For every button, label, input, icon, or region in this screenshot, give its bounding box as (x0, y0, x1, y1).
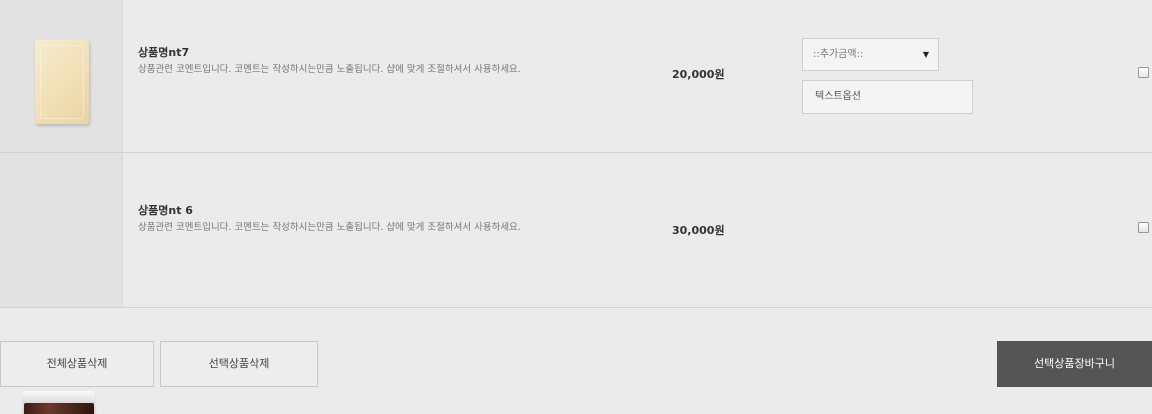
product-select-checkbox[interactable] (1138, 222, 1149, 233)
product-info: 상품명nt 6 상품관련 코멘트입니다. 코멘트는 작성하시는만큼 노출됩니다.… (138, 204, 618, 235)
cream-jar-image (23, 391, 95, 403)
product-info: 상품명nt7 상품관련 코멘트입니다. 코멘트는 작성하시는만큼 노출됩니다. … (138, 46, 618, 77)
product-thumbnail[interactable] (0, 153, 123, 307)
product-row: 상품명nt7 상품관련 코멘트입니다. 코멘트는 작성하시는만큼 노출됩니다. … (0, 0, 1152, 153)
product-select-checkbox[interactable] (1138, 67, 1149, 78)
extra-price-select[interactable]: ::추가금액:: ▼ (802, 38, 939, 71)
wishlist-container: 상품명nt7 상품관련 코멘트입니다. 코멘트는 작성하시는만큼 노출됩니다. … (0, 0, 1152, 414)
product-description: 상품관련 코멘트입니다. 코멘트는 작성하시는만큼 노출됩니다. 샵에 맞게 조… (138, 64, 521, 75)
product-price: 20,000원 (672, 68, 725, 81)
cream-jar-body (24, 403, 94, 414)
product-row: 상품명nt 6 상품관련 코멘트입니다. 코멘트는 작성하시는만큼 노출됩니다.… (0, 153, 1152, 414)
product-name[interactable]: 상품명nt7 (138, 46, 618, 60)
product-description: 상품관련 코멘트입니다. 코멘트는 작성하시는만큼 노출됩니다. 샵에 맞게 조… (138, 222, 521, 233)
product-name[interactable]: 상품명nt 6 (138, 204, 618, 218)
delete-all-button[interactable]: 전체상품삭제 (0, 341, 154, 387)
text-option-field[interactable]: 텍스트옵션 (802, 80, 973, 114)
add-selected-to-cart-button[interactable]: 선택상품장바구니 (997, 341, 1152, 387)
soap-bar-image (35, 40, 89, 124)
delete-selected-button[interactable]: 선택상품삭제 (160, 341, 318, 387)
dropdown-arrow-icon: ▼ (922, 50, 929, 59)
product-price: 30,000원 (672, 224, 725, 237)
product-thumbnail[interactable] (0, 0, 123, 152)
extra-price-select-value: ::추가금액:: (813, 49, 864, 60)
